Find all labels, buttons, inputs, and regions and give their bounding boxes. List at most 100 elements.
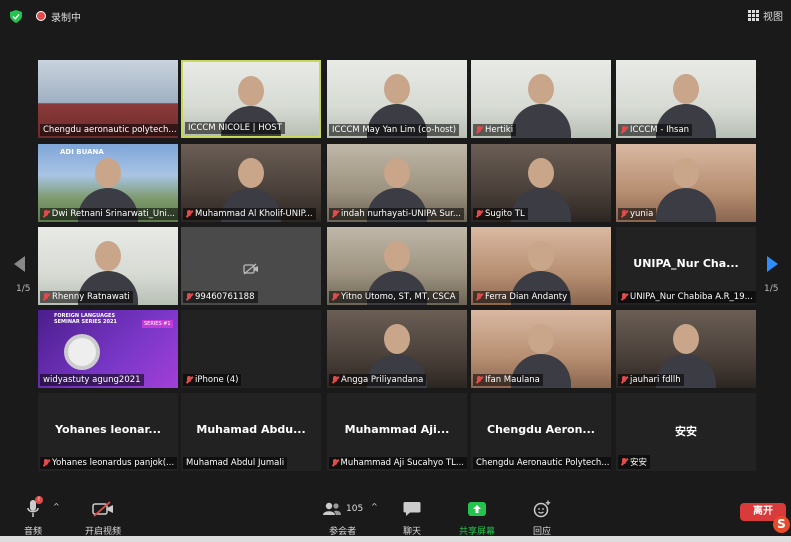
mic-muted-icon <box>621 210 627 218</box>
mic-muted-icon <box>43 293 49 301</box>
mic-muted-icon <box>476 376 482 384</box>
participant-tile[interactable]: Muhamad Abdu... Muhamad Abdul Jumali <box>181 393 321 471</box>
participant-name: Hertiki <box>485 125 514 135</box>
participant-name-label: Muhamad Abdul Jumali <box>183 457 288 469</box>
participant-display-name: Muhamad Abdu... <box>196 423 306 436</box>
participant-name: jauhari fdllh <box>630 375 681 385</box>
share-screen-button[interactable]: 共享屏幕 <box>459 498 495 537</box>
participant-video-head <box>95 241 121 271</box>
participant-name: 99460761188 <box>195 292 255 302</box>
participant-video-head <box>384 158 410 188</box>
participant-name: UNIPA_Nur Chabiba A.R_19... <box>630 292 753 302</box>
mic-muted-icon <box>332 459 338 467</box>
webcam-graphic-icon <box>64 334 100 370</box>
participant-tile[interactable]: Rhenny Ratnawati <box>38 227 178 305</box>
recording-icon[interactable] <box>36 11 46 21</box>
mic-muted-icon <box>476 126 482 134</box>
participant-name: Angga Priliyandana <box>341 375 424 385</box>
next-page-arrow-icon[interactable] <box>767 256 778 272</box>
taskbar-strip <box>0 536 791 542</box>
reactions-button[interactable]: 回应 <box>533 498 551 537</box>
participant-video-head <box>238 158 264 188</box>
participant-name-label: Muhammad Al Kholif-UNIP... <box>183 208 316 220</box>
participant-display-name: Yohanes leonar... <box>55 423 161 436</box>
participant-tile[interactable]: indah nurhayati-UNIPA Sur... <box>327 144 467 222</box>
mic-muted-icon <box>43 459 49 467</box>
participant-name-label: widyastuty agung2021 <box>40 374 144 386</box>
audio-button[interactable]: ! 音频 <box>24 496 43 537</box>
participant-name: Yitno Utomo, ST, MT, CSCA <box>341 292 456 302</box>
participant-video-head <box>384 74 410 104</box>
participant-tile[interactable]: 安安 安安 <box>616 393 756 471</box>
participant-name-label: Yohanes leonardus panjok(... <box>40 457 178 469</box>
mic-muted-icon <box>186 376 192 384</box>
input-method-s-icon[interactable]: S <box>773 516 790 533</box>
participant-name: ICCCM May Yan Lim (co-host) <box>332 125 457 135</box>
participant-tile[interactable]: Ferra Dian Andanty <box>471 227 611 305</box>
participant-name-label: Ferra Dian Andanty <box>473 291 571 303</box>
participant-name: iPhone (4) <box>195 375 239 385</box>
participant-video-head <box>528 324 554 354</box>
participant-name: Chengdu Aeronautic Polytech... <box>476 458 610 468</box>
participant-name: Muhammad Al Kholif-UNIP... <box>195 209 313 219</box>
participant-tile[interactable]: Chengdu Aeron... Chengdu Aeronautic Polyt… <box>471 393 611 471</box>
participant-name-label: Rhenny Ratnawati <box>40 291 133 303</box>
participant-name: ICCCM NICOLE | HOST <box>188 123 282 133</box>
participant-tile[interactable]: Muhammad Al Kholif-UNIP... <box>181 144 321 222</box>
participants-chevron-icon[interactable]: ^ <box>371 502 378 511</box>
participant-display-name: Muhammad Aji... <box>344 423 450 436</box>
participant-tile[interactable]: ICCCM - Ihsan <box>616 60 756 138</box>
participant-tile[interactable]: Sugito TL <box>471 144 611 222</box>
view-label: 视图 <box>763 12 783 23</box>
view-button[interactable]: 视图 <box>748 8 783 23</box>
participant-name: Chengdu aeronautic polytech... <box>43 125 177 135</box>
participant-name: ICCCM - Ihsan <box>630 125 690 135</box>
participant-video-head <box>673 74 699 104</box>
participant-tile[interactable]: iPhone (4) <box>181 310 321 388</box>
participant-video-head <box>673 324 699 354</box>
participant-name-label: Ifan Maulana <box>473 374 543 386</box>
participant-tile[interactable]: Hertiki <box>471 60 611 138</box>
participant-name-label: iPhone (4) <box>183 374 242 386</box>
participant-tile[interactable]: Angga Priliyandana <box>327 310 467 388</box>
participant-tile[interactable]: 99460761188 <box>181 227 321 305</box>
participant-name-label: jauhari fdllh <box>618 374 684 386</box>
top-bar: 录制中 视图 <box>0 0 791 32</box>
participant-tile[interactable]: ICCCM NICOLE | HOST <box>181 60 321 138</box>
participants-count: 105 <box>346 504 364 514</box>
participant-tile[interactable]: jauhari fdllh <box>616 310 756 388</box>
participant-name: Muhamad Abdul Jumali <box>186 458 285 468</box>
participant-name-label: UNIPA_Nur Chabiba A.R_19... <box>618 291 756 303</box>
participant-tile[interactable]: ICCCM May Yan Lim (co-host) <box>327 60 467 138</box>
slide-title: FOREIGN LANGUAGES SEMINAR SERIES 2021 <box>54 313 117 325</box>
participant-name-label: ICCCM - Ihsan <box>618 124 693 136</box>
participant-name: Sugito TL <box>485 209 525 219</box>
participant-name-label: Muhammad Aji Sucahyo TL... <box>329 457 467 469</box>
participant-video-head <box>95 158 121 188</box>
participant-name: Ifan Maulana <box>485 375 540 385</box>
participant-tile[interactable]: ADI BUANA Dwi Retnani Srinarwati_Uni... <box>38 144 178 222</box>
mic-muted-icon <box>621 293 627 301</box>
chat-icon <box>403 502 421 516</box>
participant-tile[interactable]: Muhammad Aji... Muhammad Aji Sucahyo TL..… <box>327 393 467 471</box>
participant-tile[interactable]: FOREIGN LANGUAGES SEMINAR SERIES 2021 SER… <box>38 310 178 388</box>
participant-tile[interactable]: Yohanes leonar... Yohanes leonardus panjo… <box>38 393 178 471</box>
prev-page-arrow-icon[interactable] <box>14 256 25 272</box>
audio-options-chevron-icon[interactable]: ^ <box>53 502 60 511</box>
participant-name: widyastuty agung2021 <box>43 375 141 385</box>
mic-muted-icon <box>621 126 627 134</box>
participant-tile[interactable]: Yitno Utomo, ST, MT, CSCA <box>327 227 467 305</box>
participant-name-label: Chengdu aeronautic polytech... <box>40 124 178 136</box>
recording-label: 录制中 <box>51 13 81 24</box>
shield-icon[interactable] <box>10 10 22 23</box>
video-button[interactable]: 开启视频 <box>85 498 121 537</box>
participant-tile[interactable]: Ifan Maulana <box>471 310 611 388</box>
participant-tile[interactable]: UNIPA_Nur Cha... UNIPA_Nur Chabiba A.R_19… <box>616 227 756 305</box>
mic-muted-icon <box>476 293 482 301</box>
participant-tile[interactable]: yunia <box>616 144 756 222</box>
chat-button[interactable]: 聊天 <box>403 498 421 537</box>
participants-button[interactable]: 105 参会者 <box>322 498 363 537</box>
participant-tile[interactable]: Chengdu aeronautic polytech... <box>38 60 178 138</box>
participant-name: Dwi Retnani Srinarwati_Uni... <box>51 209 175 219</box>
participant-name-label: Sugito TL <box>473 208 528 220</box>
